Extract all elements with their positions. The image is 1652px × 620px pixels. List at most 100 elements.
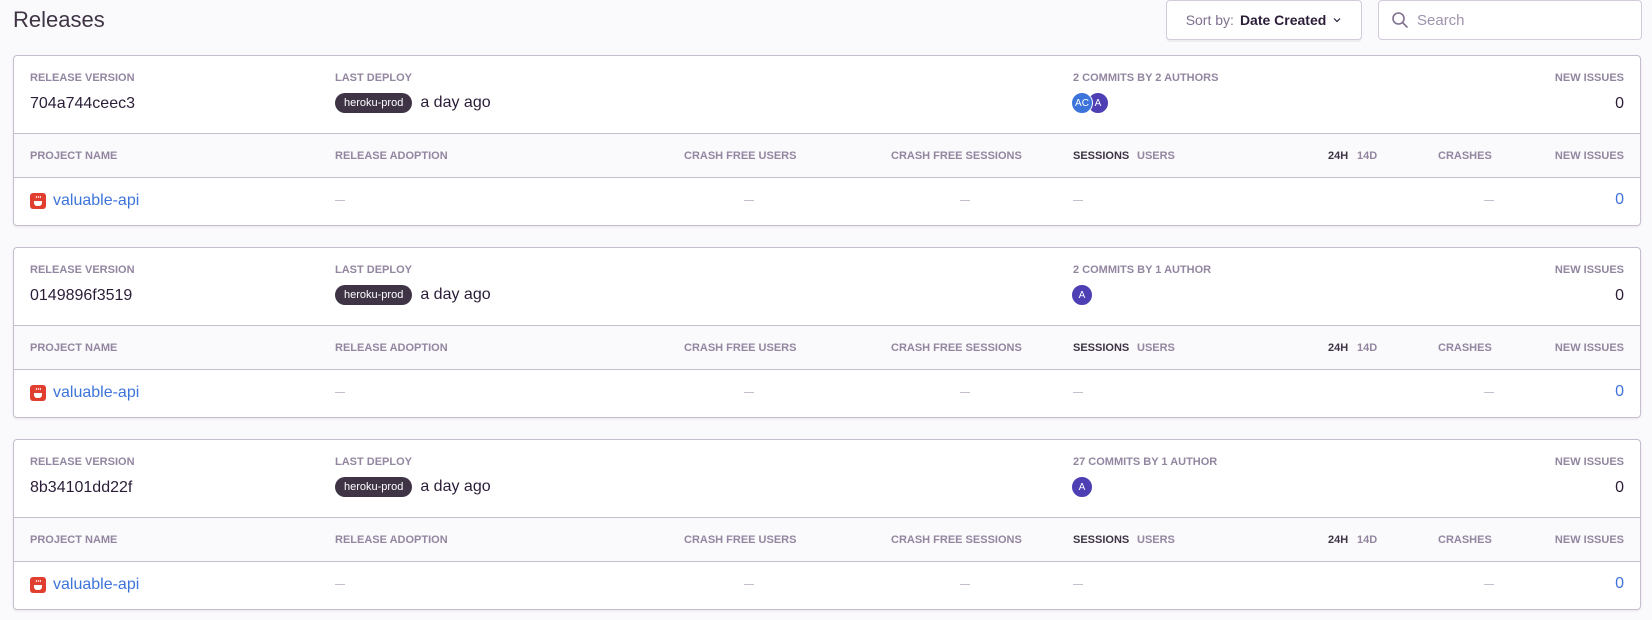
crash-free-sessions-empty [960, 584, 970, 585]
commits-label: 2 commits by 1 author [1073, 264, 1212, 276]
project-new-issues-link[interactable]: 0 [1615, 575, 1624, 593]
new-issues-count: 0 [1615, 479, 1624, 496]
period-14d-toggle[interactable]: 14d [1357, 534, 1377, 546]
release-version[interactable]: 0149896f3519 [30, 287, 132, 305]
last-deploy-label: Last Deploy [335, 456, 413, 468]
release-header: Release Version 704a744ceec3 Last Deploy… [14, 56, 1640, 134]
project-platform-icon [30, 385, 46, 401]
release-adoption-empty [335, 200, 345, 201]
project-row: valuable-api 0 [14, 562, 1640, 609]
project-name: valuable-api [53, 192, 140, 209]
commits-label: 27 commits by 1 author [1073, 456, 1218, 468]
crash-free-users-empty [744, 392, 754, 393]
release-card: Release Version 0149896f3519 Last Deploy… [13, 247, 1641, 418]
sessions-empty [1073, 584, 1083, 585]
period-14d-toggle[interactable]: 14d [1357, 150, 1377, 162]
sessions-empty [1073, 200, 1083, 201]
release-header: Release Version 0149896f3519 Last Deploy… [14, 248, 1640, 326]
project-link[interactable]: valuable-api [30, 384, 139, 402]
page-title: Releases [13, 7, 105, 32]
sessions-empty [1073, 392, 1083, 393]
new-issues-label: New Issues [1554, 264, 1624, 276]
project-row: valuable-api 0 [14, 370, 1640, 417]
new-issues-count: 0 [1615, 95, 1624, 112]
crash-free-sessions-header: Crash Free Sessions [891, 342, 1022, 354]
release-adoption-header: Release Adoption [335, 342, 448, 354]
project-name: valuable-api [53, 384, 140, 401]
author-avatar[interactable]: A [1071, 476, 1093, 498]
deploy-time: a day ago [420, 478, 491, 495]
period-24h-toggle[interactable]: 24h [1328, 534, 1348, 546]
author-avatars: A [1071, 476, 1093, 498]
project-table-header: Project Name Release Adoption Crash Free… [14, 326, 1640, 370]
last-deploy: heroku-prod a day ago [335, 285, 491, 305]
sessions-toggle[interactable]: Sessions [1073, 534, 1129, 546]
crash-free-users-header: Crash Free Users [684, 342, 797, 354]
release-adoption-empty [335, 584, 345, 585]
project-new-issues-link[interactable]: 0 [1615, 191, 1624, 209]
crashes-header: Crashes [1438, 342, 1492, 354]
release-version-label: Release Version [30, 264, 135, 276]
project-link[interactable]: valuable-api [30, 576, 139, 594]
project-table-header: Project Name Release Adoption Crash Free… [14, 518, 1640, 562]
project-new-issues-header: New Issues [1554, 534, 1624, 546]
release-version-label: Release Version [30, 72, 135, 84]
sessions-toggle[interactable]: Sessions [1073, 342, 1129, 354]
release-version[interactable]: 704a744ceec3 [30, 95, 135, 113]
author-avatar[interactable]: A [1071, 284, 1093, 306]
sort-value: Date Created [1239, 12, 1327, 28]
search-icon [1392, 12, 1408, 28]
project-new-issues-link[interactable]: 0 [1615, 383, 1624, 401]
release-card: Release Version 8b34101dd22f Last Deploy… [13, 439, 1641, 610]
crash-free-sessions-header: Crash Free Sessions [891, 534, 1022, 546]
project-table-header: Project Name Release Adoption Crash Free… [14, 134, 1640, 178]
project-link[interactable]: valuable-api [30, 192, 139, 210]
crash-free-sessions-empty [960, 200, 970, 201]
project-name-header: Project Name [30, 342, 118, 354]
sort-dropdown[interactable]: Sort by: Date Created [1166, 0, 1362, 40]
project-new-issues-header: New Issues [1554, 150, 1624, 162]
crash-free-sessions-empty [960, 392, 970, 393]
crash-free-users-empty [744, 584, 754, 585]
chevron-down-icon [1333, 18, 1341, 23]
author-avatar[interactable]: AC [1071, 92, 1093, 114]
search-box [1378, 0, 1642, 40]
release-version[interactable]: 8b34101dd22f [30, 479, 132, 497]
page-header: Releases Sort by: Date Created [0, 0, 1652, 42]
sort-label: Sort by: [1185, 12, 1234, 28]
period-14d-toggle[interactable]: 14d [1357, 342, 1377, 354]
last-deploy-label: Last Deploy [335, 264, 413, 276]
users-toggle[interactable]: Users [1137, 342, 1175, 354]
new-issues-label: New Issues [1554, 72, 1624, 84]
crash-free-users-header: Crash Free Users [684, 150, 797, 162]
project-new-issues-header: New Issues [1554, 342, 1624, 354]
environment-badge: heroku-prod [335, 93, 413, 113]
project-name-header: Project Name [30, 150, 118, 162]
users-toggle[interactable]: Users [1137, 534, 1175, 546]
sessions-toggle[interactable]: Sessions [1073, 150, 1129, 162]
new-issues-label: New Issues [1554, 456, 1624, 468]
last-deploy: heroku-prod a day ago [335, 93, 491, 113]
release-adoption-empty [335, 392, 345, 393]
crashes-empty [1484, 584, 1494, 585]
author-avatars: A [1071, 284, 1093, 306]
release-version-label: Release Version [30, 456, 135, 468]
crashes-header: Crashes [1438, 534, 1492, 546]
period-24h-toggle[interactable]: 24h [1328, 342, 1348, 354]
last-deploy-label: Last Deploy [335, 72, 413, 84]
deploy-time: a day ago [420, 94, 491, 111]
author-avatars: AC A [1071, 92, 1109, 114]
users-toggle[interactable]: Users [1137, 150, 1175, 162]
release-adoption-header: Release Adoption [335, 534, 448, 546]
search-input[interactable] [1417, 11, 1617, 29]
last-deploy: heroku-prod a day ago [335, 477, 491, 497]
crash-free-users-empty [744, 200, 754, 201]
period-24h-toggle[interactable]: 24h [1328, 150, 1348, 162]
commits-label: 2 commits by 2 authors [1073, 72, 1219, 84]
project-row: valuable-api 0 [14, 178, 1640, 225]
release-header: Release Version 8b34101dd22f Last Deploy… [14, 440, 1640, 518]
environment-badge: heroku-prod [335, 477, 413, 497]
deploy-time: a day ago [420, 286, 491, 303]
crashes-empty [1484, 200, 1494, 201]
release-adoption-header: Release Adoption [335, 150, 448, 162]
